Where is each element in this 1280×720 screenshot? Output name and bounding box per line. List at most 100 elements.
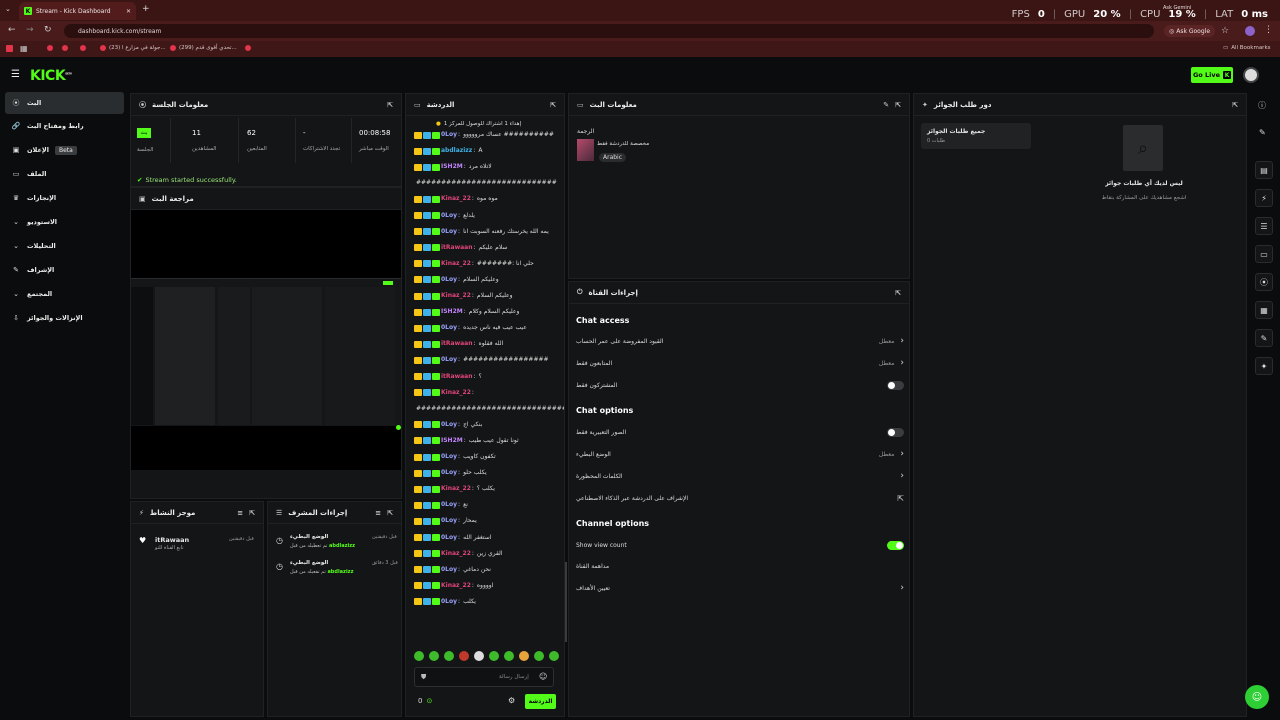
grid-icon[interactable]: ▦ <box>20 44 28 53</box>
wrench-icon[interactable]: ✎ <box>1255 329 1273 347</box>
tab-close-icon[interactable]: ✕ <box>126 8 131 15</box>
sidebar-item[interactable]: ▭ الملف <box>5 163 124 185</box>
avatar[interactable] <box>1243 67 1259 83</box>
chat-message[interactable]: Kinaz_22: <box>414 389 564 397</box>
popout-icon[interactable]: ⇱ <box>1232 101 1238 109</box>
popout-icon[interactable]: ⇱ <box>895 289 901 297</box>
chat-username[interactable]: Kinaz_22 <box>441 582 471 590</box>
kick-logo[interactable]: KICKBETA <box>30 68 72 84</box>
chat-message[interactable]: Kinaz_22: القري زين <box>414 550 564 558</box>
chat-message[interactable]: 0Loy: نحن دماغي <box>414 566 564 574</box>
chat-message[interactable]: 0Loy: استغفر الله <box>414 534 564 542</box>
chat-message[interactable]: 0Loy: عساك مرووووو ########## <box>414 131 564 139</box>
chat-username[interactable]: 0Loy <box>441 501 457 509</box>
emote-icon[interactable] <box>489 651 499 661</box>
chat-message[interactable]: Kinaz_22: اووووه <box>414 582 564 590</box>
chat-username[interactable]: abdlazizz <box>441 147 472 155</box>
list-icon[interactable]: ☰ <box>1255 217 1273 235</box>
chat-username[interactable]: Kinaz_22 <box>441 292 471 300</box>
chat-username[interactable]: Kinaz_22 <box>441 550 471 558</box>
chat-message[interactable]: 0Loy: تكفون كاويب <box>414 453 564 461</box>
chat-message[interactable]: 0Loy: يمحار <box>414 517 564 525</box>
chat-message[interactable]: 0Loy: ################# <box>414 356 564 364</box>
chat-username[interactable]: Kinaz_22 <box>441 485 471 493</box>
popout-icon[interactable]: ⇱ <box>387 101 393 109</box>
chat-input[interactable]: ⛊ إرسال رسالة ☺ <box>414 667 554 687</box>
channel-action-row[interactable]: الصور التعبيرية فقط <box>576 425 904 439</box>
popout-icon[interactable]: ⇱ <box>387 509 393 517</box>
chat-username[interactable]: ISH2M <box>441 308 463 316</box>
sidebar-item[interactable]: ⌄ الاستوديو <box>5 211 124 233</box>
toggle-switch[interactable] <box>887 540 904 550</box>
channel-action-row[interactable]: القيود المفروضة على عمر الحساب معطل › <box>576 334 904 348</box>
sidebar-item[interactable]: ♛ الإنجازات <box>5 187 124 209</box>
chat-username[interactable]: 0Loy <box>441 421 457 429</box>
chat-username[interactable]: 0Loy <box>441 131 457 139</box>
emoji-icon[interactable]: ☺ <box>539 672 547 681</box>
all-bookmarks[interactable]: ▭ All Bookmarks <box>1223 45 1271 51</box>
shield-icon[interactable]: ⛊ <box>421 673 426 682</box>
chat-username[interactable]: Kinaz_22 <box>441 389 471 397</box>
stream-video[interactable] <box>131 210 401 470</box>
emote-icon[interactable] <box>459 651 469 661</box>
profile-icon[interactable] <box>1245 26 1255 36</box>
pinned-message[interactable]: ● إهداء 1 اشتراك للوصول للمركز 1 <box>436 121 521 127</box>
channel-action-row[interactable]: المتابعون فقط معطل › <box>576 356 904 370</box>
chat-message[interactable]: 0Loy: يكلب حلو <box>414 469 564 477</box>
chat-username[interactable]: 0Loy <box>441 517 457 525</box>
emote-icon[interactable] <box>444 651 454 661</box>
bookmark-star-icon[interactable]: ☆ <box>1221 26 1229 36</box>
bookmark-item[interactable] <box>62 45 68 51</box>
chat-message[interactable]: ############################## <box>414 405 564 413</box>
forward-icon[interactable]: → <box>26 25 34 35</box>
channel-action-row[interactable]: الكلمات المحظورة › <box>576 469 904 483</box>
bookmark-item[interactable] <box>80 45 86 51</box>
filter-icon[interactable]: ≡ <box>375 509 381 517</box>
go-live-button[interactable]: Go Live K <box>1191 67 1233 83</box>
emote-icon[interactable] <box>549 651 559 661</box>
reward-icon[interactable]: ✦ <box>1255 357 1273 375</box>
reward-filter[interactable]: جميع طلبات الجوائز طلبات 0 <box>921 123 1031 149</box>
chat-username[interactable]: 0Loy <box>441 324 457 332</box>
popout-icon[interactable]: ⇱ <box>249 509 255 517</box>
emote-icon[interactable] <box>504 651 514 661</box>
chat-message[interactable]: itRawaan: الله فقلوه <box>414 340 564 348</box>
bookmark-item[interactable]: (23) جولة في مزارع ا... <box>100 45 166 51</box>
chat-message[interactable]: 0Loy: عيب عيب فيه ناس جديده <box>414 324 564 332</box>
chat-message[interactable]: itRawaan: ؟ <box>414 373 564 381</box>
chat-send-button[interactable]: الدردشة <box>525 694 556 709</box>
toggle-switch[interactable] <box>887 427 904 437</box>
bookmark-item[interactable] <box>245 45 251 51</box>
channel-action-row[interactable]: Show view count <box>576 538 904 552</box>
tab-search-icon[interactable]: ⌄ <box>5 5 11 13</box>
chat-username[interactable]: itRawaan <box>441 340 473 348</box>
chat-username[interactable]: 0Loy <box>441 469 457 477</box>
edit-icon[interactable]: ✎ <box>883 101 889 109</box>
channel-action-row[interactable]: الوضع البطيء معطل › <box>576 447 904 461</box>
chat-username[interactable]: itRawaan <box>441 373 473 381</box>
menu-dots-icon[interactable]: ⋮ <box>1264 25 1273 35</box>
ask-google-button[interactable]: ◎ Ask Google <box>1164 25 1216 37</box>
widget-icon[interactable]: ▤ <box>1255 161 1273 179</box>
chat-username[interactable]: Kinaz_22 <box>441 260 471 268</box>
chat-username[interactable]: 0Loy <box>441 212 457 220</box>
channel-action-row[interactable]: تعيين الأهداف › <box>576 581 904 595</box>
chat-username[interactable]: 0Loy <box>441 598 457 606</box>
chat-message[interactable]: 0Loy: يمه الله يخرستك رفعنه السوبت انا <box>414 228 564 236</box>
chat-username[interactable]: 0Loy <box>441 276 457 284</box>
popout-icon[interactable]: ⇱ <box>550 101 556 109</box>
channel-action-row[interactable]: المشتركون فقط <box>576 378 904 392</box>
sidebar-item[interactable]: ▣ الإعلان Beta <box>5 139 124 161</box>
sidebar-item[interactable]: ✎ الإشراف <box>5 259 124 281</box>
sidebar-item[interactable]: ⦿ البث <box>5 92 124 114</box>
chat-icon[interactable]: ▭ <box>1255 245 1273 263</box>
chat-username[interactable]: itRawaan <box>441 244 473 252</box>
chat-username[interactable]: 0Loy <box>441 534 457 542</box>
toggle-switch[interactable] <box>887 380 904 390</box>
chat-message[interactable]: 0Loy: نع <box>414 501 564 509</box>
bookmark-item[interactable] <box>47 45 53 51</box>
chat-username[interactable]: 0Loy <box>441 228 457 236</box>
sidebar-item[interactable]: ⌄ التحليلات <box>5 235 124 257</box>
broadcast-icon[interactable]: ⦿ <box>1255 273 1273 291</box>
chat-username[interactable]: Kinaz_22 <box>441 195 471 203</box>
